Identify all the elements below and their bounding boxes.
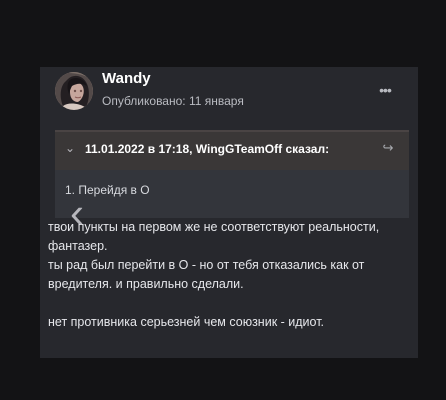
post-paragraph-1: твои пункты на первом же не соответствую…: [48, 220, 380, 253]
post-author[interactable]: Wandy: [102, 70, 151, 88]
avatar[interactable]: [55, 72, 93, 110]
post-body: твои пункты на первом же не соответствую…: [48, 218, 402, 332]
avatar-image: [55, 72, 93, 110]
quote-header[interactable]: ⌄ 11.01.2022 в 17:18, WingGTeamOff сказа…: [55, 130, 409, 170]
more-icon[interactable]: •••: [375, 82, 395, 98]
published-date: Опубликовано: 11 января: [102, 94, 244, 108]
post-paragraph-3: нет противника серьезней чем союзник - и…: [48, 315, 325, 329]
quote-citation: 11.01.2022 в 17:18, WingGTeamOff сказал:: [85, 142, 330, 156]
chevron-left-icon[interactable]: ‹: [58, 190, 96, 236]
thread-screenshot: Wandy Опубликовано: 11 января ••• ⌄ 11.0…: [0, 0, 446, 400]
post-paragraph-2: ты рад был перейти в О - но от тебя отка…: [48, 258, 365, 291]
chevron-down-icon[interactable]: ⌄: [63, 141, 77, 155]
quote-block: ⌄ 11.01.2022 в 17:18, WingGTeamOff сказа…: [55, 130, 409, 218]
share-icon[interactable]: ↪: [381, 141, 395, 155]
